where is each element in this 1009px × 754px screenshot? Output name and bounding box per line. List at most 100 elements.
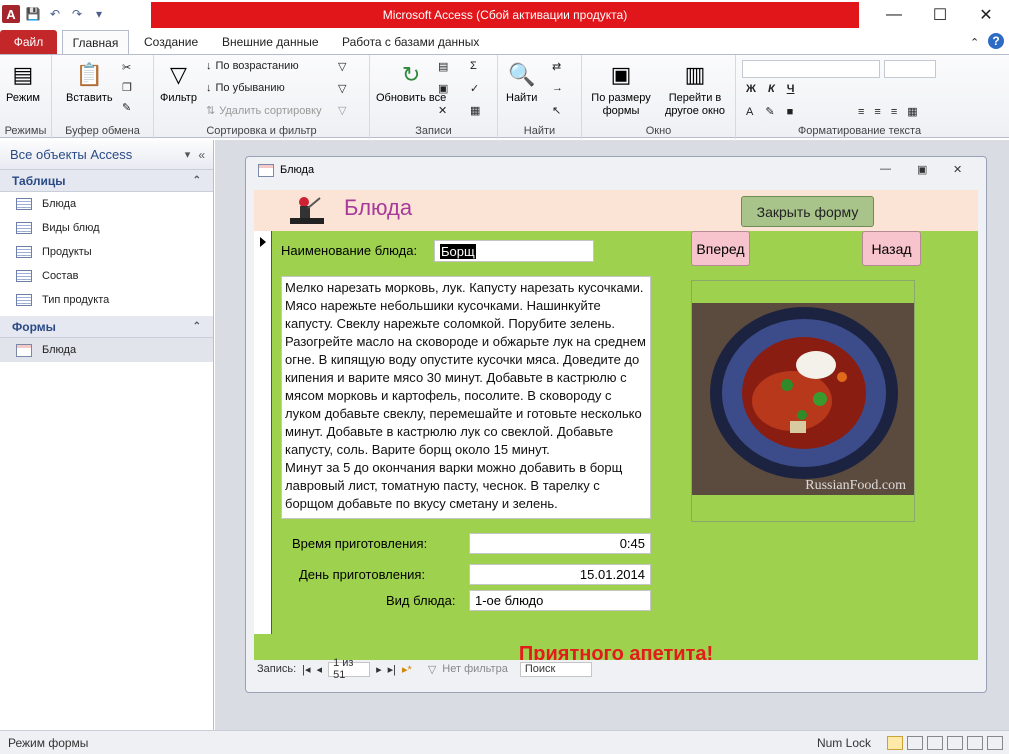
recipe-text-field[interactable]: Мелко нарезать морковь, лук. Капусту нар… <box>281 276 651 519</box>
align-right-icon[interactable]: ≡ <box>891 106 897 118</box>
minimize-button[interactable]: — <box>871 0 917 30</box>
format-painter-icon[interactable]: ✎ <box>122 101 131 114</box>
tab-create[interactable]: Создание <box>144 30 198 54</box>
cook-time-field[interactable]: 0:45 <box>469 533 651 554</box>
nav-item-label: Тип продукта <box>42 294 110 306</box>
nav-section-forms-label: Формы <box>12 319 56 334</box>
switch-windows-button[interactable]: ▥ Перейти в другое окно <box>658 59 732 118</box>
nav-item-table[interactable]: Блюда <box>0 192 213 216</box>
nav-item-form[interactable]: Блюда <box>0 338 213 362</box>
view-button[interactable]: ▤ Режим <box>6 59 40 105</box>
dish-name-field[interactable]: Борщ <box>434 240 594 262</box>
next-record-icon[interactable]: ▸ <box>376 663 382 676</box>
totals-icon[interactable]: Σ <box>470 60 477 72</box>
first-record-icon[interactable]: |◂ <box>302 663 310 676</box>
form-close-button[interactable]: ✕ <box>953 163 962 176</box>
tab-file[interactable]: Файл <box>0 30 57 54</box>
design-view-icon[interactable] <box>947 735 963 750</box>
fill-color-icon[interactable]: ■ <box>787 106 794 118</box>
select-icon[interactable]: ↖ <box>552 104 561 117</box>
group-label-sort-filter: Сортировка и фильтр <box>206 125 317 137</box>
font-name-select[interactable] <box>742 60 880 78</box>
goto-icon[interactable]: → <box>552 82 563 94</box>
tab-database-tools[interactable]: Работа с базами данных <box>342 30 479 54</box>
nav-item-label: Блюда <box>42 344 77 356</box>
advanced-filter-icon[interactable]: ▽ <box>338 82 346 95</box>
highlight-icon[interactable]: ✎ <box>765 105 774 118</box>
nav-item-table[interactable]: Виды блюд <box>0 216 213 240</box>
sort-asc-label: По возрастанию <box>215 60 299 72</box>
datasheet-view-icon[interactable] <box>907 735 923 750</box>
next-button[interactable]: Вперед <box>691 231 750 266</box>
fit-to-form-button[interactable]: ▣ По размеру формы <box>586 59 656 118</box>
form-restore-button[interactable]: ▣ <box>917 163 927 176</box>
cook-day-field[interactable]: 15.01.2014 <box>469 564 651 585</box>
dish-type-field[interactable]: 1-ое блюдо <box>469 590 651 611</box>
nav-section-tables[interactable]: Таблицы ⌃ <box>0 170 213 192</box>
pivotchart-view-icon[interactable] <box>987 735 1003 750</box>
nav-pane-header[interactable]: Все объекты Access ▾ « <box>0 140 213 170</box>
tab-external-data[interactable]: Внешние данные <box>222 30 319 54</box>
nav-item-table[interactable]: Продукты <box>0 240 213 264</box>
toggle-filter-icon[interactable]: ▽ <box>338 104 346 117</box>
nav-section-forms[interactable]: Формы ⌃ <box>0 316 213 338</box>
form-view-icon[interactable] <box>887 735 903 750</box>
copy-icon[interactable]: ❐ <box>122 81 132 94</box>
workspace: Блюда — ▣ ✕ Блюда Закрыть форму Наименов… <box>215 140 1009 730</box>
prev-record-icon[interactable]: ◂ <box>317 663 323 676</box>
form-minimize-button[interactable]: — <box>880 163 891 175</box>
new-record-nav-icon[interactable]: ▸* <box>402 663 412 676</box>
nav-item-table[interactable]: Тип продукта <box>0 288 213 312</box>
refresh-all-button[interactable]: ↻ Обновить все <box>376 59 446 105</box>
more-records-icon[interactable]: ▦ <box>470 104 480 117</box>
help-icon[interactable]: ? <box>988 33 1004 49</box>
record-selector[interactable] <box>254 231 272 634</box>
new-record-icon[interactable]: ▤ <box>438 60 448 73</box>
access-app-icon[interactable]: A <box>2 5 20 23</box>
italic-icon[interactable]: К <box>768 83 775 95</box>
save-record-icon[interactable]: ▣ <box>438 82 448 95</box>
selection-filter-icon[interactable]: ▽ <box>338 60 346 73</box>
pivottable-view-icon[interactable] <box>967 735 983 750</box>
record-position-field[interactable]: 1 из 51 <box>328 657 371 681</box>
tab-home[interactable]: Главная <box>62 30 129 55</box>
paste-label: Вставить <box>66 92 113 104</box>
font-color-icon[interactable]: A <box>746 106 753 118</box>
alignment-row: ≡ ≡ ≡ ▦ <box>858 105 918 119</box>
collapse-ribbon-icon[interactable]: ⌃ <box>970 30 979 54</box>
find-button[interactable]: 🔍 Найти <box>506 59 537 105</box>
replace-icon[interactable]: ⇄ <box>552 60 561 73</box>
group-label-find: Найти <box>523 125 556 137</box>
redo-icon[interactable]: ↷ <box>68 5 86 23</box>
undo-icon[interactable]: ↶ <box>46 5 64 23</box>
close-button[interactable]: ✕ <box>963 0 1009 30</box>
underline-icon[interactable]: Ч <box>787 83 795 95</box>
customize-qat-icon[interactable]: ▾ <box>90 5 108 23</box>
paste-button[interactable]: 📋 Вставить <box>66 59 113 105</box>
save-icon[interactable]: 💾 <box>24 5 42 23</box>
nav-pane-collapse-icon[interactable]: « <box>198 148 205 162</box>
close-form-button[interactable]: Закрыть форму <box>741 196 874 227</box>
filter-status[interactable]: Нет фильтра <box>442 663 508 675</box>
nav-item-table[interactable]: Состав <box>0 264 213 288</box>
align-left-icon[interactable]: ≡ <box>858 106 864 118</box>
chef-logo-icon <box>290 197 324 224</box>
sort-descending-button[interactable]: ↓ По убыванию <box>206 82 285 94</box>
last-record-icon[interactable]: ▸| <box>388 663 396 676</box>
search-box[interactable]: Поиск <box>519 661 592 677</box>
spelling-icon[interactable]: ✓ <box>470 82 479 95</box>
maximize-button[interactable]: ☐ <box>917 0 963 30</box>
remove-sort-button[interactable]: ⇅ Удалить сортировку <box>206 104 322 118</box>
gridlines-icon[interactable]: ▦ <box>907 105 917 118</box>
filter-button[interactable]: ▽ Фильтр <box>160 59 197 105</box>
delete-record-icon[interactable]: ✕ <box>438 104 447 117</box>
cut-icon[interactable]: ✂ <box>122 61 131 74</box>
nav-pane-menu-icon[interactable]: ▾ <box>185 148 191 161</box>
font-size-select[interactable] <box>884 60 936 78</box>
align-center-icon[interactable]: ≡ <box>874 106 880 118</box>
sort-ascending-button[interactable]: ↓ По возрастанию <box>206 60 299 72</box>
prev-button[interactable]: Назад <box>862 231 921 266</box>
bold-icon[interactable]: Ж <box>746 83 756 95</box>
layout-view-icon[interactable] <box>927 735 943 750</box>
group-text-formatting: Ж К Ч A ✎ ■ ≡ ≡ ≡ ▦ Форматирование текст… <box>736 55 983 139</box>
